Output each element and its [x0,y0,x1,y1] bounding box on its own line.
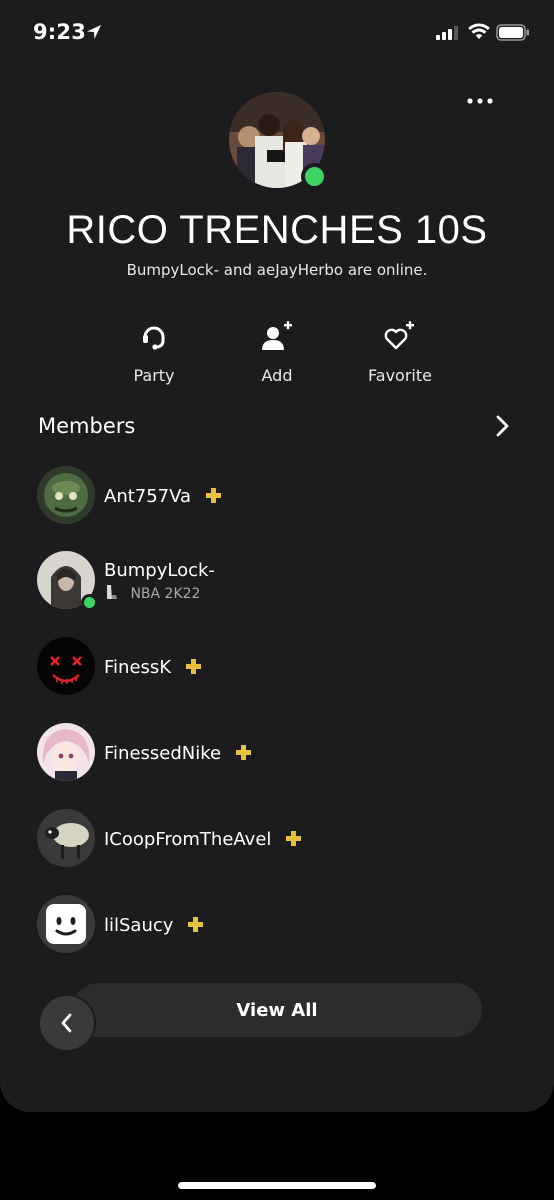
add-user-icon [262,321,292,350]
member-row[interactable]: ICoopFromTheAvel [37,809,507,869]
favorite-label: Favorite [368,366,432,385]
favorite-button[interactable]: Favorite [345,318,455,385]
ellipsis-icon [467,98,493,104]
heart-plus-icon [384,321,414,350]
headset-icon [143,326,165,350]
member-name: BumpyLock- [104,560,215,581]
home-indicator[interactable] [178,1182,376,1189]
member-row[interactable]: Ant757Va [37,466,507,526]
ps-plus-icon [188,917,204,932]
avatar [37,466,95,524]
member-row[interactable]: lilSaucy [37,895,507,955]
wifi-icon [468,23,490,39]
member-row[interactable]: FinessK [37,637,507,697]
add-button[interactable]: Add [222,318,332,385]
member-row[interactable]: BumpyLock- NBA 2K22 [37,551,507,611]
avatar [37,637,95,695]
avatar [37,723,95,781]
cellular-signal-icon [436,26,458,40]
ps-plus-icon [205,488,221,503]
member-row[interactable]: FinessedNike [37,723,507,783]
party-label: Party [133,366,175,385]
member-name: FinessedNike [104,743,222,764]
member-name: lilSaucy [104,915,174,936]
ps-plus-icon [286,831,302,846]
group-profile-sheet: 9:23 RICO TRENCHES 10S BumpyLock- and ae… [0,0,554,1112]
add-label: Add [261,366,293,385]
members-section-title: Members [38,414,136,438]
view-all-button[interactable]: View All [72,983,482,1037]
battery-icon [496,24,529,41]
status-time: 9:23 [33,20,87,44]
console-icon [107,585,117,599]
online-summary: BumpyLock- and aeJayHerbo are online. [126,261,428,279]
ps-plus-icon [185,659,201,674]
party-button[interactable]: Party [99,318,209,385]
member-name: Ant757Va [104,486,192,507]
location-arrow-icon [87,25,101,39]
chevron-left-icon [61,1013,72,1033]
back-button[interactable] [40,996,94,1050]
chevron-right-icon[interactable] [492,414,512,438]
avatar [37,895,95,953]
member-name: ICoopFromTheAvel [104,829,272,850]
avatar [37,809,95,867]
member-activity: NBA 2K22 [130,586,201,602]
more-options-button[interactable] [460,88,500,114]
ps-plus-icon [235,745,251,760]
group-name: RICO TRENCHES 10S [66,208,488,252]
member-name: FinessK [104,657,172,678]
group-online-indicator [301,163,328,190]
online-indicator [81,594,98,611]
